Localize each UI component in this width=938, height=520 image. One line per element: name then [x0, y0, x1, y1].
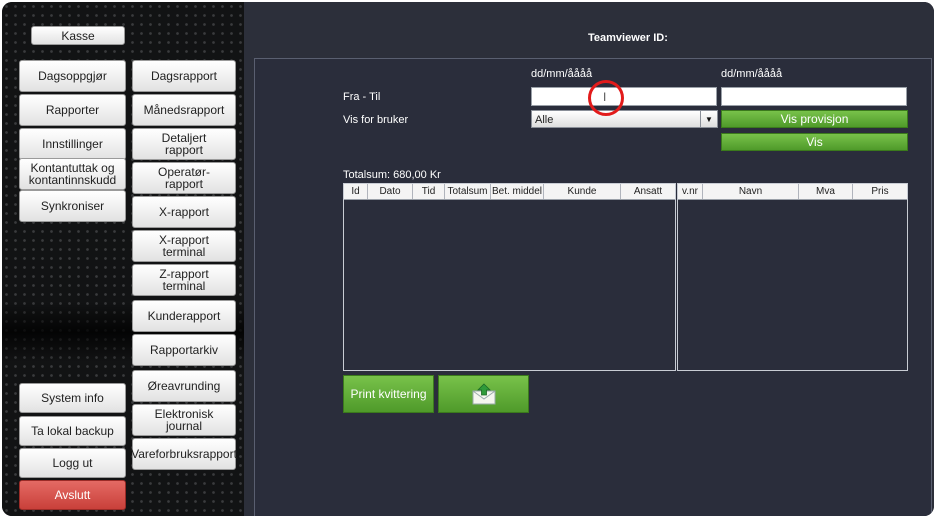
- dagsrapport-button[interactable]: Dagsrapport: [132, 60, 236, 92]
- vis-for-bruker-label: Vis for bruker: [343, 114, 409, 126]
- innstillinger-button[interactable]: Innstillinger: [19, 128, 126, 160]
- to-date-input[interactable]: [721, 87, 907, 106]
- kunderapport-button[interactable]: Kunderapport: [132, 300, 236, 332]
- user-select[interactable]: Alle ▼: [531, 110, 718, 128]
- sidebar: Kasse Dagsoppgjør Rapporter Innstillinge…: [2, 2, 244, 516]
- column-header-ansatt[interactable]: Ansatt: [621, 184, 675, 199]
- column-header-totalsum[interactable]: Totalsum: [445, 184, 491, 199]
- column-header-id[interactable]: Id: [344, 184, 368, 199]
- x-rapport-terminal-button[interactable]: X-rapport terminal: [132, 230, 236, 262]
- chevron-down-icon[interactable]: ▼: [700, 111, 717, 127]
- system-info-button[interactable]: System info: [19, 383, 126, 413]
- teamviewer-id-label: Teamviewer ID:: [588, 32, 668, 44]
- print-kvittering-button[interactable]: Print kvittering: [343, 375, 434, 413]
- email-send-icon: [472, 383, 495, 405]
- user-select-value: Alle: [535, 114, 554, 126]
- column-header-bet-middel[interactable]: Bet. middel: [491, 184, 544, 199]
- vis-provisjon-button[interactable]: Vis provisjon: [721, 110, 908, 128]
- manedsrapport-button[interactable]: Månedsrapport: [132, 94, 236, 126]
- fra-til-label: Fra - Til: [343, 91, 381, 103]
- items-table[interactable]: v.nr Navn Mva Pris: [677, 183, 908, 371]
- totalsum-label: Totalsum: 680,00 Kr: [343, 169, 441, 181]
- column-header-dato[interactable]: Dato: [368, 184, 413, 199]
- synkroniser-button[interactable]: Synkroniser: [19, 190, 126, 222]
- top-bar: Teamviewer ID:: [244, 2, 934, 56]
- column-header-navn[interactable]: Navn: [703, 184, 799, 199]
- rapportarkiv-button[interactable]: Rapportarkiv: [132, 334, 236, 366]
- date-format-from-hint: dd/mm/åååå: [531, 68, 593, 80]
- send-email-button[interactable]: [438, 375, 529, 413]
- operator-rapport-button[interactable]: Operatør- rapport: [132, 162, 236, 194]
- vis-button[interactable]: Vis: [721, 133, 908, 151]
- report-panel: dd/mm/åååå dd/mm/åååå Fra - Til Vis for …: [254, 58, 932, 516]
- kasse-button[interactable]: Kasse: [31, 26, 125, 45]
- column-header-pris[interactable]: Pris: [853, 184, 907, 199]
- elektronisk-journal-button[interactable]: Elektronisk journal: [132, 404, 236, 436]
- date-format-to-hint: dd/mm/åååå: [721, 68, 783, 80]
- logg-ut-button[interactable]: Logg ut: [19, 448, 126, 478]
- lokal-backup-button[interactable]: Ta lokal backup: [19, 416, 126, 446]
- kontantuttak-button[interactable]: Kontantuttak og kontantinnskudd: [19, 158, 126, 190]
- column-header-kunde[interactable]: Kunde: [544, 184, 621, 199]
- text-cursor-icon: I: [603, 90, 607, 104]
- vareforbruksrapport-button[interactable]: Vareforbruksrapport: [131, 438, 237, 470]
- from-date-input[interactable]: [531, 87, 717, 106]
- column-header-mva[interactable]: Mva: [799, 184, 853, 199]
- transactions-table-header: Id Dato Tid Totalsum Bet. middel Kunde A…: [344, 184, 675, 200]
- z-rapport-terminal-button[interactable]: Z-rapport terminal: [132, 264, 236, 296]
- avslutt-button[interactable]: Avslutt: [19, 480, 126, 510]
- oreavrunding-button[interactable]: Øreavrunding: [132, 370, 236, 402]
- detaljert-rapport-button[interactable]: Detaljert rapport: [132, 128, 236, 160]
- x-rapport-button[interactable]: X-rapport: [132, 196, 236, 228]
- rapporter-button[interactable]: Rapporter: [19, 94, 126, 126]
- items-table-header: v.nr Navn Mva Pris: [678, 184, 907, 200]
- app-window: Kasse Dagsoppgjør Rapporter Innstillinge…: [2, 2, 934, 516]
- column-header-vnr[interactable]: v.nr: [678, 184, 703, 199]
- main-area: Teamviewer ID: dd/mm/åååå dd/mm/åååå Fra…: [244, 2, 934, 516]
- column-header-tid[interactable]: Tid: [413, 184, 445, 199]
- dagsoppgjor-button[interactable]: Dagsoppgjør: [19, 60, 126, 92]
- transactions-table[interactable]: Id Dato Tid Totalsum Bet. middel Kunde A…: [343, 183, 676, 371]
